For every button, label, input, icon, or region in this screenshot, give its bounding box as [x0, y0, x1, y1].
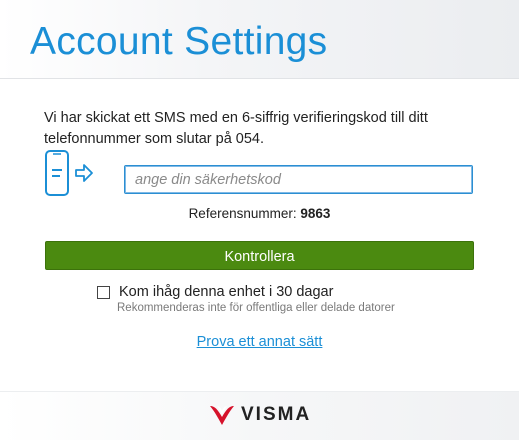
remember-device-label[interactable]: Kom ihåg denna enhet i 30 dagar	[119, 284, 333, 300]
reference-label: Referensnummer:	[188, 206, 297, 221]
visma-logo: VISMA	[209, 403, 311, 427]
reference-number: 9863	[300, 206, 331, 221]
checkbox-icon[interactable]	[97, 285, 110, 299]
phone-sms-icon	[45, 150, 93, 196]
sms-message: Vi har skickat ett SMS med en 6-siffrig …	[44, 110, 428, 147]
visma-wordmark: VISMA	[241, 404, 312, 425]
verify-button[interactable]: Kontrollera	[45, 241, 474, 270]
arrow-right-icon	[75, 164, 93, 182]
visma-logo-icon	[210, 406, 234, 425]
remember-device-note: Rekommenderas inte för offentliga eller …	[117, 302, 395, 314]
page-header: Account Settings	[0, 0, 519, 79]
reference-number-line: Referensnummer: 9863	[0, 206, 519, 221]
security-code-input[interactable]	[124, 165, 473, 194]
remember-device-option[interactable]: Kom ihåg denna enhet i 30 dagar	[97, 284, 333, 300]
try-another-method-link[interactable]: Prova ett annat sätt	[0, 334, 519, 350]
page-title: Account Settings	[30, 20, 328, 63]
